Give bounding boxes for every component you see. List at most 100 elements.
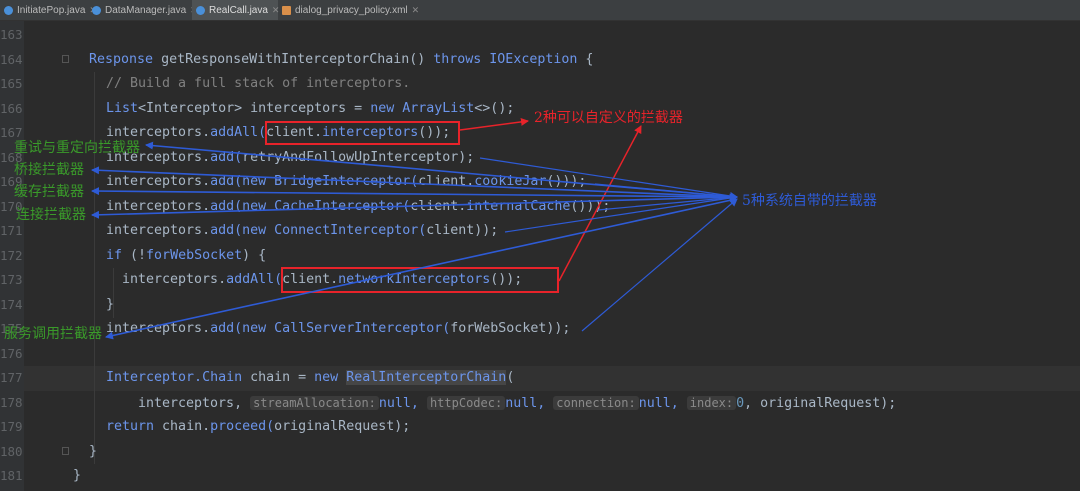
- code-token: add(: [210, 174, 243, 189]
- line-number: 166: [0, 101, 23, 116]
- code-token: new: [242, 321, 275, 336]
- line-number: 164: [0, 52, 23, 67]
- code-token: new: [314, 370, 347, 385]
- code-line-168[interactable]: interceptors.add(retryAndFollowUpInterce…: [106, 146, 474, 171]
- code-token: <Interceptor>: [138, 101, 251, 116]
- code-token: ()));: [570, 199, 611, 214]
- code-token: add(: [210, 199, 243, 214]
- code-token: ) {: [242, 248, 267, 263]
- indent-guide: [94, 72, 95, 464]
- code-token: new: [242, 174, 275, 189]
- highlight-box-client-interceptors: [265, 121, 460, 145]
- code-token: }: [73, 468, 82, 483]
- tab-label: dialog_privacy_policy.xml: [295, 4, 408, 16]
- code-token: chain =: [250, 370, 315, 385]
- highlight-box-network-interceptors: [281, 267, 559, 293]
- code-line-178[interactable]: interceptors, streamAllocation: null, htt…: [138, 391, 896, 417]
- tab-label: InitiatePop.java: [17, 4, 86, 16]
- line-number: 177: [0, 370, 23, 385]
- code-token: getResponseWithInterceptorChain(): [161, 52, 434, 67]
- code-token: interceptors.: [106, 174, 211, 189]
- code-token: null,: [378, 396, 427, 411]
- tab-dialog-privacy-policy[interactable]: dialog_privacy_policy.xml ✕: [278, 0, 419, 20]
- fold-marker-icon[interactable]: [62, 55, 69, 63]
- code-token: new: [242, 223, 275, 238]
- line-number: 179: [0, 419, 23, 434]
- code-comment: // Build a full stack of interceptors.: [106, 76, 411, 91]
- code-token: interceptors.: [106, 199, 211, 214]
- code-token: }: [89, 444, 98, 459]
- code-line-169[interactable]: interceptors.add(new BridgeInterceptor(c…: [106, 170, 586, 195]
- line-number: 174: [0, 297, 23, 312]
- java-file-icon: [4, 5, 13, 15]
- code-token: cookieJar: [474, 174, 547, 189]
- java-file-icon: [196, 5, 205, 15]
- code-line-164[interactable]: Response getResponseWithInterceptorChain…: [89, 48, 593, 73]
- code-line-165[interactable]: // Build a full stack of interceptors.: [106, 72, 410, 97]
- line-number: 172: [0, 248, 23, 263]
- fold-marker-icon[interactable]: [62, 447, 69, 455]
- code-token: add(: [210, 223, 243, 238]
- code-line-179[interactable]: return chain.proceed(originalRequest);: [106, 415, 410, 440]
- code-token: client));: [426, 223, 499, 238]
- code-token: interceptors.: [106, 223, 211, 238]
- code-token: add(: [210, 321, 243, 336]
- code-token: interceptors,: [138, 396, 251, 411]
- code-token: new: [370, 101, 403, 116]
- line-number: 173: [0, 272, 23, 287]
- code-token: throws: [433, 52, 490, 67]
- code-token: Chain: [202, 370, 251, 385]
- code-line-174[interactable]: }: [106, 293, 114, 318]
- code-token: (!: [130, 248, 147, 263]
- code-token: , originalRequest);: [744, 396, 897, 411]
- code-token: return: [106, 419, 163, 434]
- fold-column: [24, 21, 76, 491]
- code-line-166[interactable]: List<Interceptor> interceptors = new Arr…: [106, 97, 514, 122]
- xml-file-icon: [282, 5, 291, 15]
- annotation-system-interceptors: 5种系统自带的拦截器: [742, 193, 877, 209]
- code-line-175[interactable]: interceptors.add(new CallServerIntercept…: [106, 317, 570, 342]
- line-number: 165: [0, 76, 23, 91]
- tab-label: RealCall.java: [209, 4, 268, 16]
- code-token: <>();: [474, 101, 515, 116]
- editor-tab-bar: InitiatePop.java ✕ DataManager.java ✕ Re…: [0, 0, 1080, 21]
- line-number: 176: [0, 346, 23, 361]
- code-token: forWebSocket));: [450, 321, 571, 336]
- java-file-icon: [92, 5, 101, 15]
- blue-arrow: [597, 193, 738, 211]
- code-token: chain.: [162, 419, 211, 434]
- code-line-180[interactable]: }: [89, 440, 97, 465]
- tab-datamanager[interactable]: DataManager.java ✕: [88, 0, 198, 20]
- parameter-hint: index:: [686, 396, 737, 410]
- tab-realcall[interactable]: RealCall.java ✕: [192, 0, 279, 20]
- code-token: proceed(: [210, 419, 275, 434]
- code-token: ConnectInterceptor(: [274, 223, 427, 238]
- code-token: List: [106, 101, 139, 116]
- annotation-custom-interceptors: 2种可以自定义的拦截器: [534, 110, 683, 126]
- code-token: Response: [89, 52, 162, 67]
- code-token-highlighted: RealInterceptorChain: [346, 370, 507, 385]
- code-line-177[interactable]: Interceptor.Chain chain = new RealInterc…: [106, 366, 514, 391]
- code-token: CacheInterceptor(: [274, 199, 411, 214]
- code-line-172[interactable]: if (!forWebSocket) {: [106, 244, 266, 269]
- parameter-hint: streamAllocation:: [250, 396, 379, 410]
- code-token: if: [106, 248, 131, 263]
- code-token: addAll(: [210, 125, 267, 140]
- annotation-cache-interceptor: 缓存拦截器: [14, 184, 84, 200]
- annotation-retry-interceptor: 重试与重定向拦截器: [14, 140, 140, 156]
- code-token: (: [506, 370, 515, 385]
- code-token: null,: [638, 396, 687, 411]
- code-token: client.: [410, 199, 467, 214]
- annotation-connect-interceptor: 连接拦截器: [16, 207, 86, 223]
- code-line-181[interactable]: }: [73, 464, 81, 489]
- code-token: CallServerInterceptor(: [274, 321, 451, 336]
- close-icon[interactable]: ✕: [412, 5, 420, 16]
- code-token: new: [242, 199, 275, 214]
- code-line-170[interactable]: interceptors.add(new CacheInterceptor(cl…: [106, 195, 610, 220]
- code-token: interceptors.: [122, 272, 227, 287]
- line-number: 163: [0, 27, 23, 42]
- tab-initiatepop[interactable]: InitiatePop.java ✕: [0, 0, 97, 20]
- line-number: 181: [0, 468, 23, 483]
- code-line-171[interactable]: interceptors.add(new ConnectInterceptor(…: [106, 219, 498, 244]
- code-token: interceptors =: [250, 101, 371, 116]
